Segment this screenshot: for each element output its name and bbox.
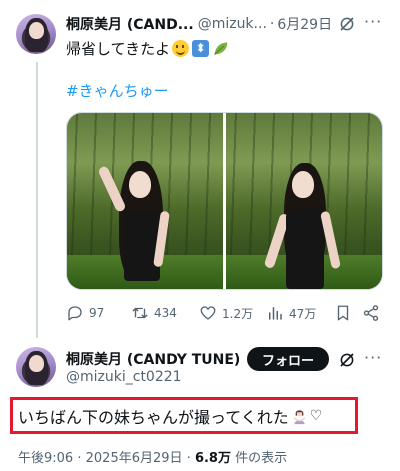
separator-dot: · [77, 451, 82, 466]
tweet-date[interactable]: 2025年6月29日 [86, 451, 183, 466]
grok-icon[interactable] [338, 15, 356, 33]
tweet-text: 帰省してきたよ ⬍ [66, 38, 229, 59]
like-count: 1.2万 [222, 306, 254, 321]
tank-top-shape [286, 209, 324, 289]
avatar[interactable] [16, 14, 56, 54]
leaf-emoji [214, 42, 228, 55]
hashtag-link[interactable]: #きゃんちゅー [66, 80, 169, 101]
media-grid [66, 112, 383, 290]
share-button[interactable] [362, 304, 380, 322]
views-count: 6.8万 [194, 451, 231, 466]
views-button[interactable]: 47万 [266, 304, 316, 322]
action-bar: 97 434 1.2万 47万 [66, 304, 383, 324]
repost-icon [132, 307, 148, 319]
face-shape [129, 171, 151, 198]
views-label: 件の表示 [235, 451, 288, 466]
photo-1[interactable] [67, 113, 223, 289]
repost-button[interactable]: 434 [131, 304, 177, 322]
tank-top-shape [124, 211, 160, 281]
smiling-face-emoji [172, 40, 190, 57]
bookmark-icon [337, 305, 349, 321]
views-count: 47万 [289, 306, 317, 321]
tweet-time[interactable]: 午後9:06 [18, 451, 73, 466]
reply-count: 97 [89, 306, 105, 320]
tweet-text-body: 帰省してきたよ [66, 40, 171, 58]
separator-dot: · [186, 451, 191, 466]
tweet-date[interactable]: 6月29日 [277, 14, 332, 34]
thread-connector-line [36, 62, 38, 338]
tweet-text-body: いちばん下の妹ちゃんが撮ってくれた [18, 408, 289, 427]
up-down-arrow-emoji: ⬍ [192, 40, 210, 57]
user-handle[interactable]: @mizuki_ct0221 [66, 369, 182, 385]
separator-dot: · [269, 16, 275, 32]
more-icon[interactable]: ··· [364, 12, 382, 31]
tweet-page: 桐原美月 (CAND... @mizuk... · 6月29日 ··· 帰省して… [0, 0, 400, 471]
tweet-header: 桐原美月 (CAND... @mizuk... · 6月29日 [66, 14, 332, 34]
like-icon [200, 306, 216, 320]
face-shape [292, 171, 314, 198]
follow-button[interactable]: フォロー [247, 347, 329, 371]
bookmark-button[interactable] [334, 304, 352, 322]
woman-gesturing-emoji [293, 409, 306, 424]
tweet-meta: 午後9:06 · 2025年6月29日 · 6.8万 件の表示 [18, 447, 287, 466]
share-icon [363, 305, 379, 321]
display-name[interactable]: 桐原美月 (CANDY TUNE) [66, 349, 240, 369]
views-icon [269, 307, 282, 320]
white-heart-emoji: ♡ [309, 408, 323, 424]
reply-icon [68, 306, 82, 321]
avatar[interactable] [16, 347, 56, 387]
photo-2[interactable] [226, 113, 382, 289]
display-name[interactable]: 桐原美月 (CAND... [66, 14, 194, 34]
more-icon[interactable]: ··· [364, 348, 382, 367]
grok-icon[interactable] [338, 351, 356, 369]
user-handle[interactable]: @mizuk... [198, 16, 267, 32]
like-button[interactable]: 1.2万 [199, 304, 253, 322]
tweet-text: いちばん下の妹ちゃんが撮ってくれた ♡ [18, 404, 322, 428]
reply-button[interactable]: 97 [66, 304, 104, 322]
repost-count: 434 [154, 306, 177, 320]
